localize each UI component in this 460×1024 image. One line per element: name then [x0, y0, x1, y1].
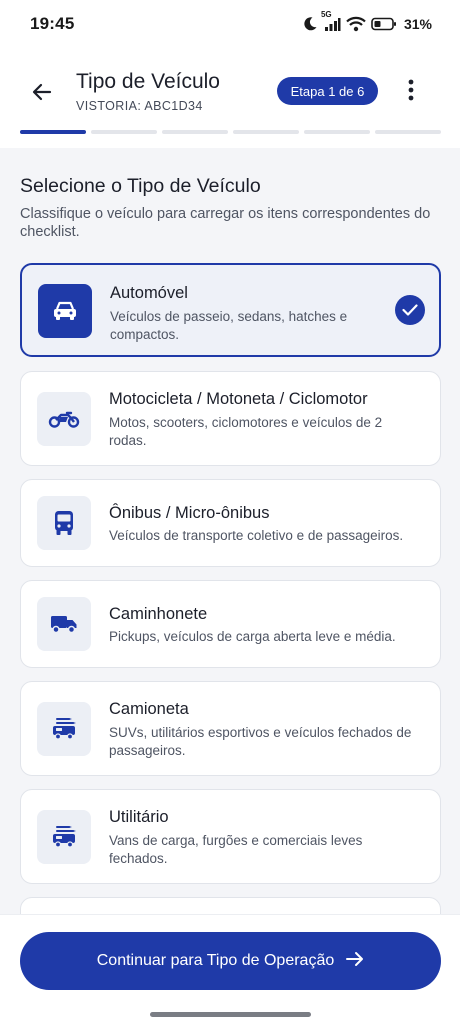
continue-button[interactable]: Continuar para Tipo de Operação	[20, 932, 441, 990]
vehicle-option-utilitario[interactable]: Utilitário Vans de carga, furgões e come…	[20, 789, 441, 884]
vehicle-option-motocicleta[interactable]: Motocicleta / Motoneta / Ciclomotor Moto…	[20, 371, 441, 466]
option-title: Caminhonete	[109, 605, 208, 623]
vehicle-option-camioneta[interactable]: Camioneta SUVs, utilitários esportivos e…	[20, 681, 441, 776]
home-indicator[interactable]	[150, 1012, 311, 1017]
vehicle-option-caminhonete[interactable]: Caminhonete Pickups, veículos de carga a…	[20, 580, 441, 668]
app-bar: Tipo de Veículo VISTORIA: ABC1D34 Etapa …	[0, 48, 460, 148]
option-title: Utilitário	[109, 808, 169, 826]
page-title: Tipo de Veículo	[76, 70, 220, 93]
arrow-left-icon	[30, 80, 54, 109]
option-description: Veículos de passeio, sedans, hatches e c…	[110, 309, 348, 342]
battery-icon	[371, 17, 397, 31]
option-description: Veículos de transporte coletivo e de pas…	[109, 528, 404, 543]
progress-segment	[304, 130, 370, 134]
check-circle-icon	[395, 295, 425, 325]
continue-label: Continuar para Tipo de Operação	[96, 952, 335, 969]
back-button[interactable]	[22, 74, 62, 114]
wifi-icon	[346, 16, 366, 32]
status-icons: 5G 31%	[302, 10, 432, 32]
step-progress	[20, 130, 441, 134]
option-title: Automóvel	[110, 284, 188, 302]
option-description: Vans de carga, furgões e comerciais leve…	[109, 833, 363, 866]
bus-icon	[37, 496, 91, 550]
arrow-right-icon	[346, 951, 364, 972]
progress-segment	[375, 130, 441, 134]
option-title: Ônibus / Micro-ônibus	[109, 504, 270, 522]
option-description: SUVs, utilitários esportivos e veículos …	[109, 725, 412, 758]
option-title: Motocicleta / Motoneta / Ciclomotor	[109, 390, 368, 408]
progress-segment	[91, 130, 157, 134]
option-description: Motos, scooters, ciclomotores e veículos…	[109, 415, 383, 448]
car-icon	[38, 284, 92, 338]
rv-icon	[37, 702, 91, 756]
status-bar: 19:45 5G 31%	[0, 0, 460, 48]
title-group: Tipo de Veículo VISTORIA: ABC1D34	[76, 70, 220, 113]
network-label: 5G	[320, 10, 332, 19]
section-title: Selecione o Tipo de Veículo	[20, 175, 261, 197]
more-options-button[interactable]	[396, 74, 426, 110]
battery-level: 31%	[403, 16, 432, 32]
progress-segment	[20, 130, 86, 134]
moon-icon	[302, 16, 318, 32]
rv-icon	[37, 810, 91, 864]
signal-icon: 5G	[321, 10, 341, 32]
vehicle-option-onibus[interactable]: Ônibus / Micro-ônibus Veículos de transp…	[20, 479, 441, 567]
inspection-plate: VISTORIA: ABC1D34	[76, 99, 203, 113]
step-badge: Etapa 1 de 6	[277, 77, 378, 105]
option-description: Pickups, veículos de carga aberta leve e…	[109, 629, 396, 644]
truck-icon	[37, 597, 91, 651]
footer-bar: Continuar para Tipo de Operação	[0, 914, 460, 1024]
status-time: 19:45	[30, 14, 75, 33]
option-title: Camioneta	[109, 700, 189, 718]
progress-segment	[233, 130, 299, 134]
more-vert-icon	[408, 79, 414, 106]
vehicle-option-automovel[interactable]: Automóvel Veículos de passeio, sedans, h…	[20, 263, 441, 357]
progress-segment	[162, 130, 228, 134]
section-description: Classifique o veículo para carregar os i…	[20, 206, 431, 240]
motorcycle-icon	[37, 392, 91, 446]
